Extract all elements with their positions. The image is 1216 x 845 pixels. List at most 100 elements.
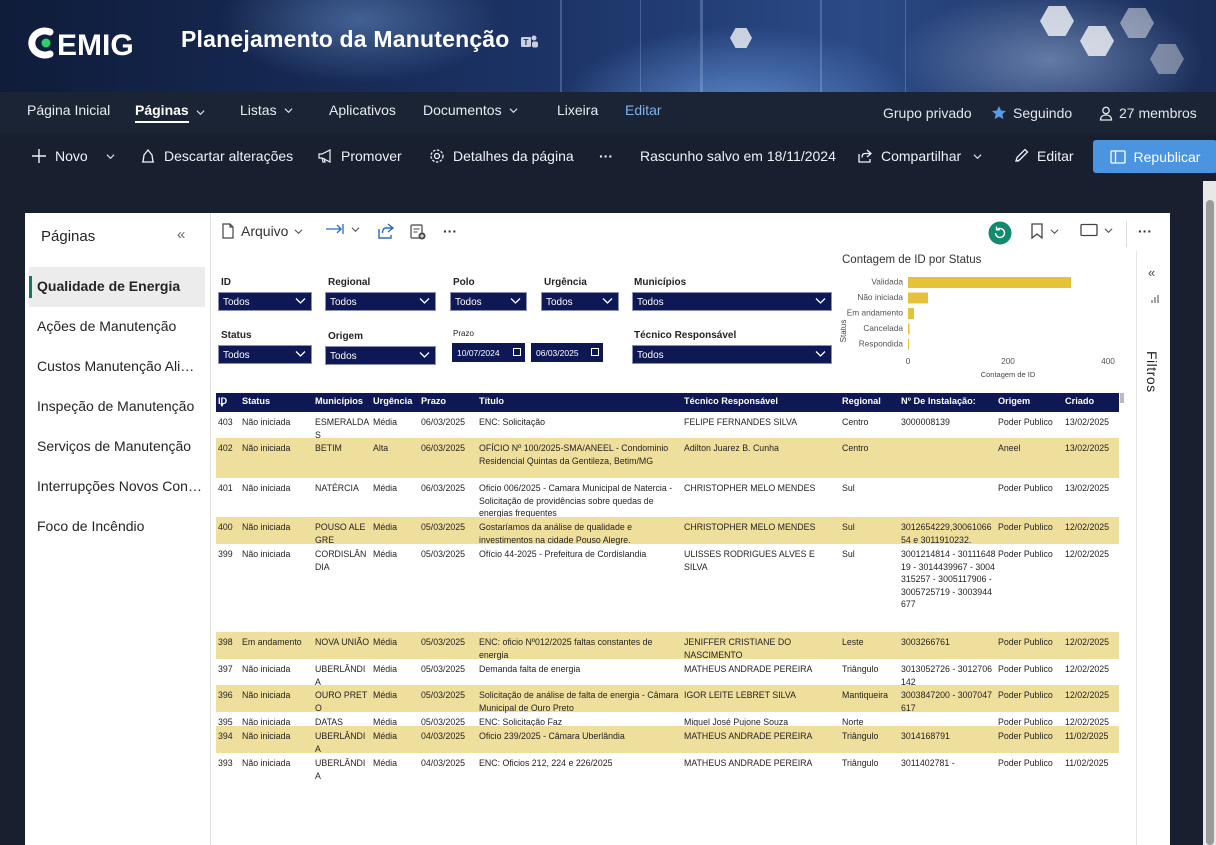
urgencia-slicer[interactable]: Todos xyxy=(541,292,619,311)
table-cell-titulo: ENC: Oficios 212, 224 e 226/2025 xyxy=(479,758,613,768)
chart-x-axis-label: Contagem de ID xyxy=(981,370,1036,379)
column-header[interactable]: Título xyxy=(479,396,504,406)
nav-recycle-bin[interactable]: Lixeira xyxy=(557,102,598,118)
page-tab-foco-incendio[interactable]: Foco de Incêndio xyxy=(37,507,205,547)
column-header[interactable]: Origem xyxy=(998,396,1030,406)
chart-bar[interactable] xyxy=(908,308,914,319)
origem-slicer[interactable]: Todos xyxy=(325,346,436,365)
page-tab-qualidade[interactable]: Qualidade de Energia xyxy=(29,267,205,307)
filters-pane[interactable]: « Filtros xyxy=(1136,251,1170,845)
edit-button[interactable]: Editar xyxy=(1013,148,1074,164)
id-slicer[interactable]: Todos xyxy=(218,292,312,311)
report-more-button[interactable]: ··· xyxy=(443,223,457,239)
table-row[interactable]: 402 Não iniciada BETIM Alta 06/03/2025 OFÍCIO… xyxy=(216,438,1119,478)
view-menu[interactable] xyxy=(1080,223,1113,237)
more-commands-button[interactable]: ··· xyxy=(599,148,613,164)
page-tab-acoes[interactable]: Ações de Manutenção xyxy=(37,307,205,347)
status-bar-chart[interactable]: Status Validada Não iniciada Em andamento Ca… xyxy=(837,271,1137,389)
expand-filters-icon[interactable]: « xyxy=(1148,265,1155,280)
regional-slicer[interactable]: Todos xyxy=(325,292,436,311)
chart-bar[interactable] xyxy=(908,323,910,335)
table-row[interactable]: 396 Não iniciada OURO PRETO Média 05/03/2025… xyxy=(216,685,1119,713)
status-slicer[interactable]: Todos xyxy=(218,345,312,364)
table-cell-titulo: OFÍCIO Nº 100/2025-SMA/ANEEL - Condomini… xyxy=(479,443,669,466)
file-menu[interactable]: Arquivo xyxy=(221,223,303,239)
share-report-button[interactable] xyxy=(377,223,395,239)
following-button[interactable]: Seguindo xyxy=(991,105,1072,121)
promote-button[interactable]: Promover xyxy=(317,148,402,164)
table-row[interactable]: 399 Não iniciada CORDISLÂNDIA Média 05/03/20… xyxy=(216,544,1119,632)
table-cell-urgencia: Média xyxy=(373,690,397,700)
bookmark-menu[interactable] xyxy=(1030,223,1059,239)
table-cell-municipio: UBERLÂNDIA xyxy=(315,758,366,781)
nav-documents[interactable]: Documentos xyxy=(423,102,518,118)
subscribe-icon xyxy=(410,224,426,240)
table-cell-urgencia: Média xyxy=(373,417,397,427)
teams-icon[interactable]: T xyxy=(520,33,540,51)
table-cell-regional: Sul xyxy=(842,522,855,532)
page-tab-inspecao[interactable]: Inspeção de Manutenção xyxy=(37,387,205,427)
table-row[interactable]: 393 Não iniciada UBERLÂNDIA Média 04/03/2025… xyxy=(216,753,1119,781)
table-cell-titulo: Oficio 239/2025 - Câmara Uberlândia xyxy=(479,731,625,741)
prazo-end-date[interactable]: 06/03/2025 xyxy=(531,343,603,362)
tecnico-slicer[interactable]: Todos xyxy=(632,345,832,364)
column-header[interactable]: Urgência xyxy=(373,396,412,406)
reset-button[interactable] xyxy=(988,221,1012,245)
discard-changes-button[interactable]: Descartar alterações xyxy=(140,148,293,164)
chart-bar[interactable] xyxy=(908,339,909,350)
nav-apps[interactable]: Aplicativos xyxy=(329,102,396,118)
cemig-logo[interactable]: EMIG xyxy=(24,22,156,64)
subscribe-button[interactable] xyxy=(409,223,427,241)
nav-lists[interactable]: Listas xyxy=(240,102,293,118)
collapse-pane-icon[interactable]: « xyxy=(177,226,185,243)
status-slicer-value: Todos xyxy=(223,350,250,361)
chart-bar[interactable] xyxy=(908,277,1071,288)
page-tab-servicos[interactable]: Serviços de Manutenção xyxy=(37,427,205,467)
table-row[interactable]: 394 Não iniciada UBERLÂNDIA Média 04/03/2025… xyxy=(216,726,1119,754)
sort-descending-icon: ▼ xyxy=(219,403,225,409)
site-title[interactable]: Planejamento da Manutenção xyxy=(181,26,510,53)
column-header[interactable]: Municípios xyxy=(315,396,363,406)
column-header[interactable]: Regional xyxy=(842,396,881,406)
column-header[interactable]: Nº De Instalação: xyxy=(901,396,976,406)
nav-pages[interactable]: Páginas xyxy=(135,102,205,123)
column-header[interactable]: Criado xyxy=(1065,396,1094,406)
municipios-slicer[interactable]: Todos xyxy=(632,292,832,311)
column-header[interactable]: Status xyxy=(242,396,270,406)
table-cell-id: 402 xyxy=(218,443,233,453)
chart-category-label: Cancelada xyxy=(863,323,903,333)
table-row[interactable]: 401 Não iniciada NATÉRCIA Média 06/03/2025 Of… xyxy=(216,478,1119,518)
table-row[interactable]: 395 Não iniciada DATAS Média 05/03/2025 ENC: … xyxy=(216,712,1119,727)
nav-home[interactable]: Página Inicial xyxy=(27,102,110,118)
chevron-down-icon xyxy=(419,352,430,358)
new-button[interactable]: Novo xyxy=(31,148,115,164)
page-tab-interrupcoes[interactable]: Interrupções Novos Consumidores xyxy=(37,467,205,507)
column-header[interactable]: Prazo xyxy=(421,396,446,406)
members-button[interactable]: 27 membros xyxy=(1099,105,1197,121)
table-scrollbar[interactable] xyxy=(1120,393,1124,403)
banner-decoration xyxy=(700,0,703,92)
column-header[interactable]: Técnico Responsável xyxy=(684,396,778,406)
page-scrollbar-thumb[interactable] xyxy=(1206,200,1214,845)
page-details-button[interactable]: Detalhes da página xyxy=(429,148,574,164)
table-row[interactable]: 398 Em andamento NOVA UNIÃO Média 05/03/2025… xyxy=(216,632,1119,660)
table-cell-prazo: 06/03/2025 xyxy=(421,483,466,493)
table-cell-id: 393 xyxy=(218,758,233,768)
table-row[interactable]: 400 Não iniciada POUSO ALEGRE Média 05/03/20… xyxy=(216,517,1119,545)
table-cell-criado: 12/02/2025 xyxy=(1065,690,1110,700)
table-row[interactable]: 403 Não iniciada ESMERALDAS Média 06/03/2025… xyxy=(216,412,1119,440)
table-cell-urgencia: Média xyxy=(373,731,397,741)
page-tab-custos[interactable]: Custos Manutenção Alimentadores xyxy=(37,347,205,387)
nav-edit-link[interactable]: Editar xyxy=(625,102,662,118)
republish-button[interactable]: Republicar xyxy=(1093,140,1216,173)
share-button[interactable]: Compartilhar xyxy=(857,148,982,164)
table-row[interactable]: 397 Não iniciada UBERLÂNDIA Média 05/03/2025… xyxy=(216,659,1119,687)
export-menu[interactable] xyxy=(325,223,360,235)
polo-slicer[interactable]: Todos xyxy=(450,292,527,311)
prazo-start-date[interactable]: 10/07/2024 xyxy=(452,343,525,362)
table-cell-tecnico: IGOR LEITE LEBRET SILVA xyxy=(684,690,796,700)
chevron-down-icon xyxy=(973,153,982,159)
chart-bar[interactable] xyxy=(908,292,928,304)
chevron-down-icon xyxy=(1104,227,1113,233)
report-options-button[interactable]: ··· xyxy=(1138,223,1152,239)
